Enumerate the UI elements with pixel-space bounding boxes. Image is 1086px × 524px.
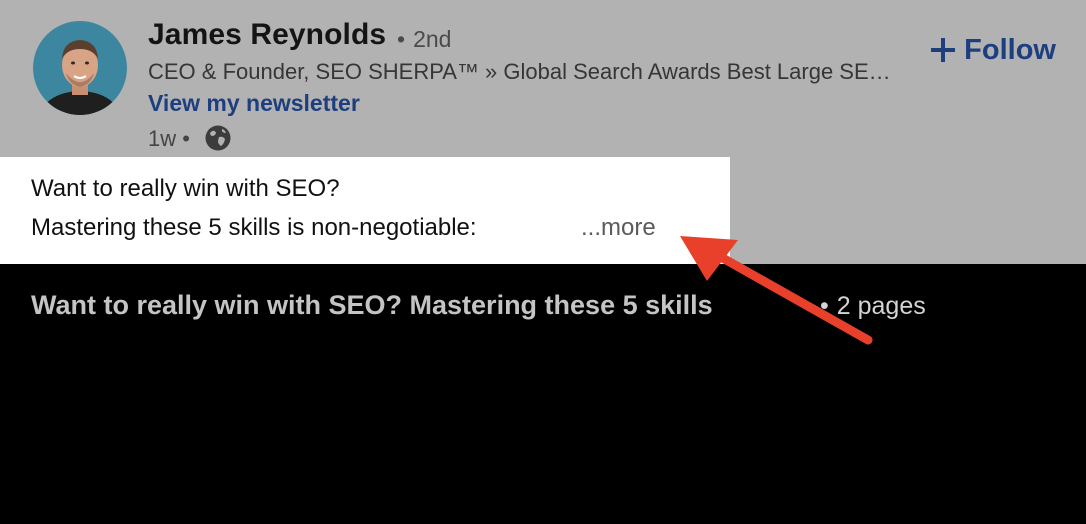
- connection-degree: • 2nd: [397, 26, 451, 53]
- timestamp-label: 1w: [148, 126, 177, 151]
- author-headline: CEO & Founder, SEO SHERPA™ » Global Sear…: [148, 59, 903, 84]
- author-name[interactable]: James Reynolds: [148, 18, 386, 52]
- follow-label: Follow: [964, 33, 1056, 66]
- see-more-link[interactable]: ...more: [581, 214, 656, 242]
- globe-icon: [205, 125, 231, 151]
- avatar-image: [33, 21, 127, 115]
- plus-icon: [931, 38, 956, 62]
- view-newsletter-link[interactable]: View my newsletter: [148, 90, 360, 117]
- document-page-count: • 2 pages: [820, 292, 926, 321]
- document-separator: •: [820, 292, 829, 320]
- document-pages-label: 2 pages: [836, 292, 926, 320]
- timestamp-separator: •: [182, 126, 190, 151]
- document-title[interactable]: Want to really win with SEO? Mastering t…: [31, 290, 713, 321]
- author-avatar[interactable]: [33, 21, 127, 115]
- post-text-line-2: Mastering these 5 skills is non-negotiab…: [31, 214, 477, 241]
- degree-separator: •: [397, 26, 406, 52]
- post-text-highlight: Want to really win with SEO? Mastering t…: [0, 157, 730, 264]
- follow-button[interactable]: Follow: [930, 30, 1056, 70]
- post-text-line-1: Want to really win with SEO?: [31, 175, 340, 202]
- post-timestamp: 1w •: [148, 126, 190, 152]
- degree-label: 2nd: [413, 26, 452, 52]
